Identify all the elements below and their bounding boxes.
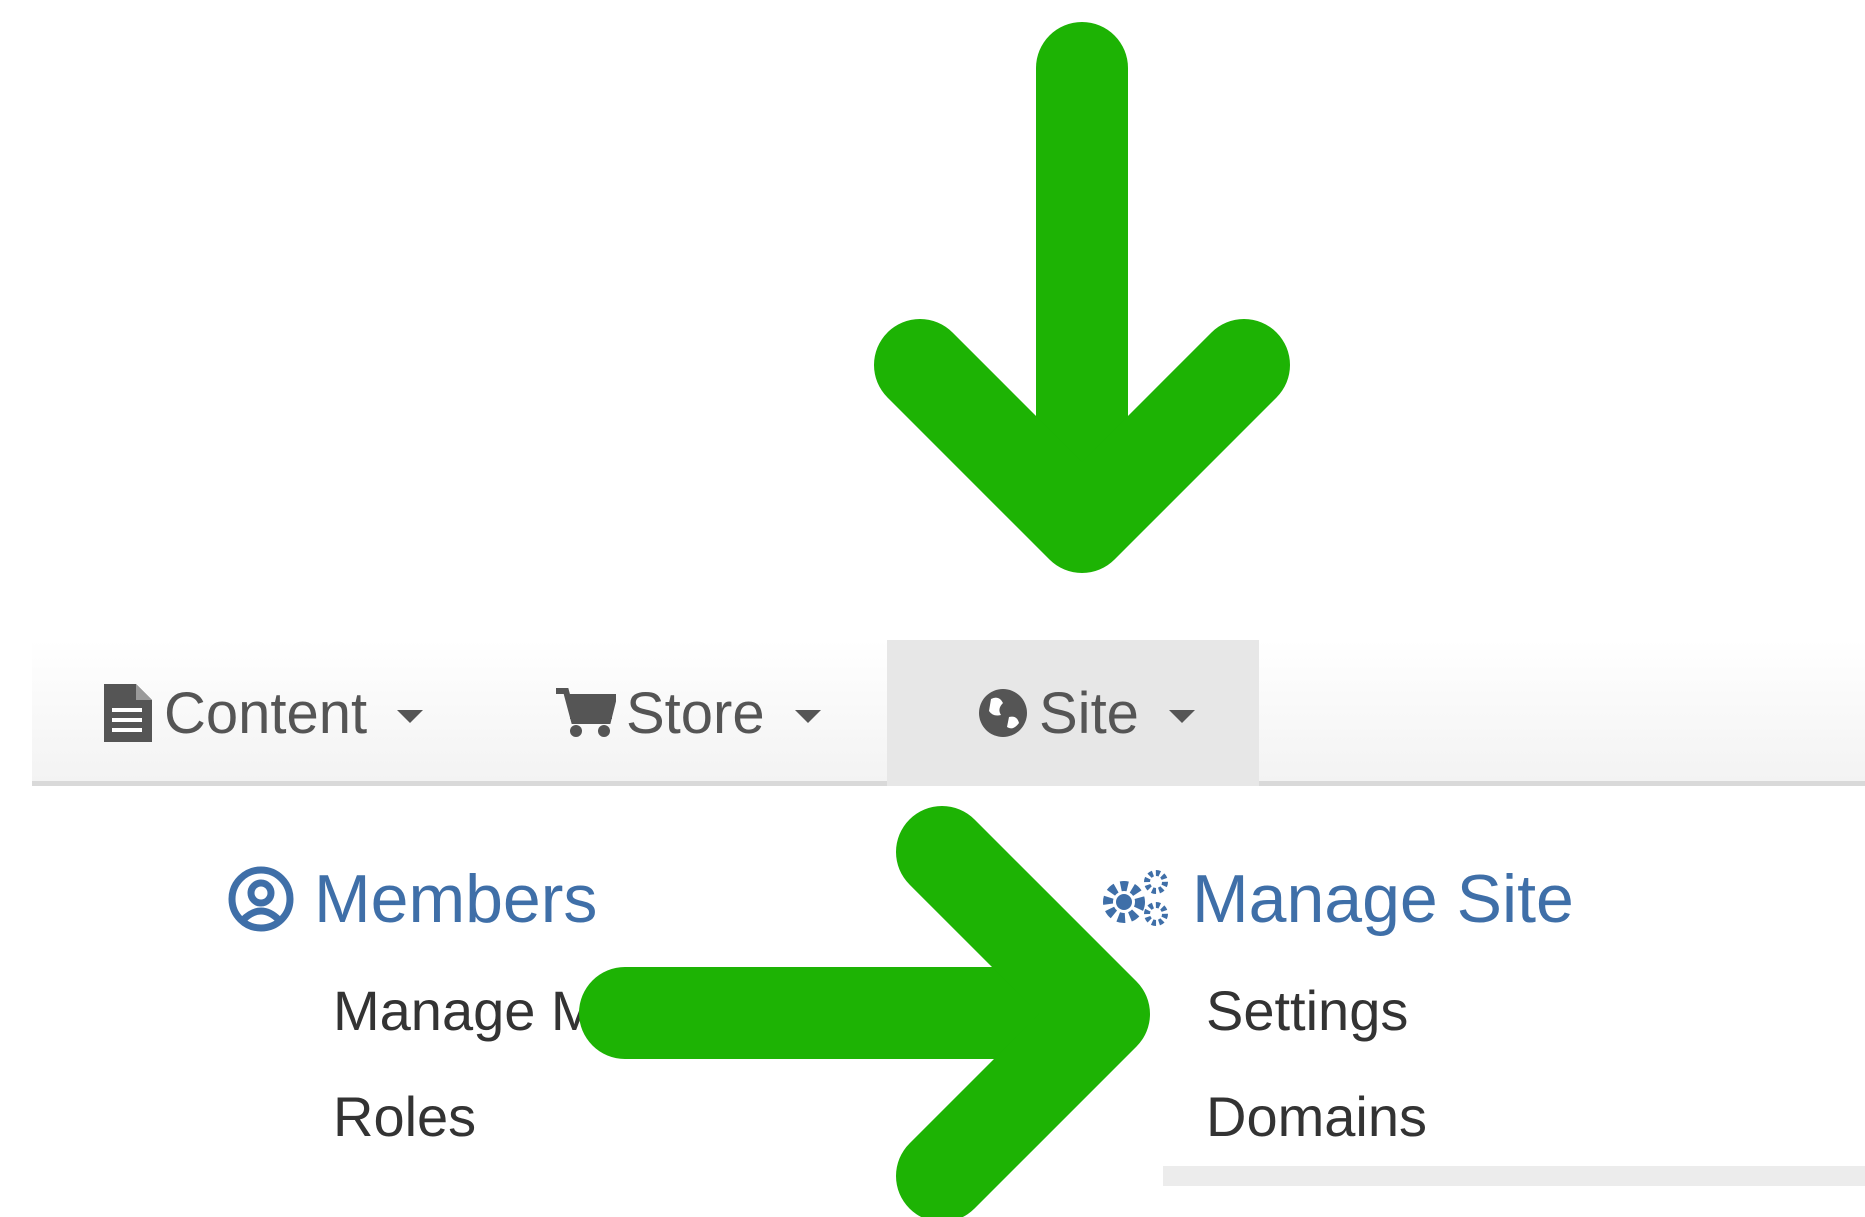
cart-icon bbox=[554, 687, 616, 739]
annotation-arrows bbox=[579, 22, 1290, 1217]
document-icon bbox=[102, 682, 154, 744]
nav-store-label: Store bbox=[626, 680, 765, 746]
user-circle-icon bbox=[228, 866, 294, 932]
members-heading[interactable]: Members bbox=[228, 860, 597, 938]
nav-content-dropdown[interactable]: Content bbox=[102, 640, 424, 786]
nav-site-dropdown[interactable]: Site bbox=[887, 640, 1259, 786]
nav-site-label: Site bbox=[1039, 680, 1139, 746]
down-arrow-icon bbox=[874, 22, 1290, 573]
top-navbar: Content Store Site bbox=[32, 640, 1865, 786]
settings-link[interactable]: Settings bbox=[1206, 978, 1408, 1043]
manage-members-link[interactable]: Manage Members bbox=[333, 978, 784, 1043]
members-title: Members bbox=[314, 861, 598, 937]
manage-site-heading[interactable]: Manage Site bbox=[1100, 860, 1574, 938]
globe-icon bbox=[977, 687, 1029, 739]
gears-icon bbox=[1100, 866, 1172, 932]
domains-link[interactable]: Domains bbox=[1206, 1084, 1427, 1149]
nav-content-label: Content bbox=[164, 680, 368, 746]
chevron-down-icon bbox=[397, 709, 424, 723]
roles-link[interactable]: Roles bbox=[333, 1084, 476, 1149]
chevron-down-icon bbox=[1168, 709, 1195, 723]
nav-store-dropdown[interactable]: Store bbox=[554, 640, 821, 786]
manage-site-title: Manage Site bbox=[1192, 861, 1574, 937]
dropdown-bottom-border bbox=[1163, 1166, 1865, 1186]
chevron-down-icon bbox=[794, 709, 821, 723]
